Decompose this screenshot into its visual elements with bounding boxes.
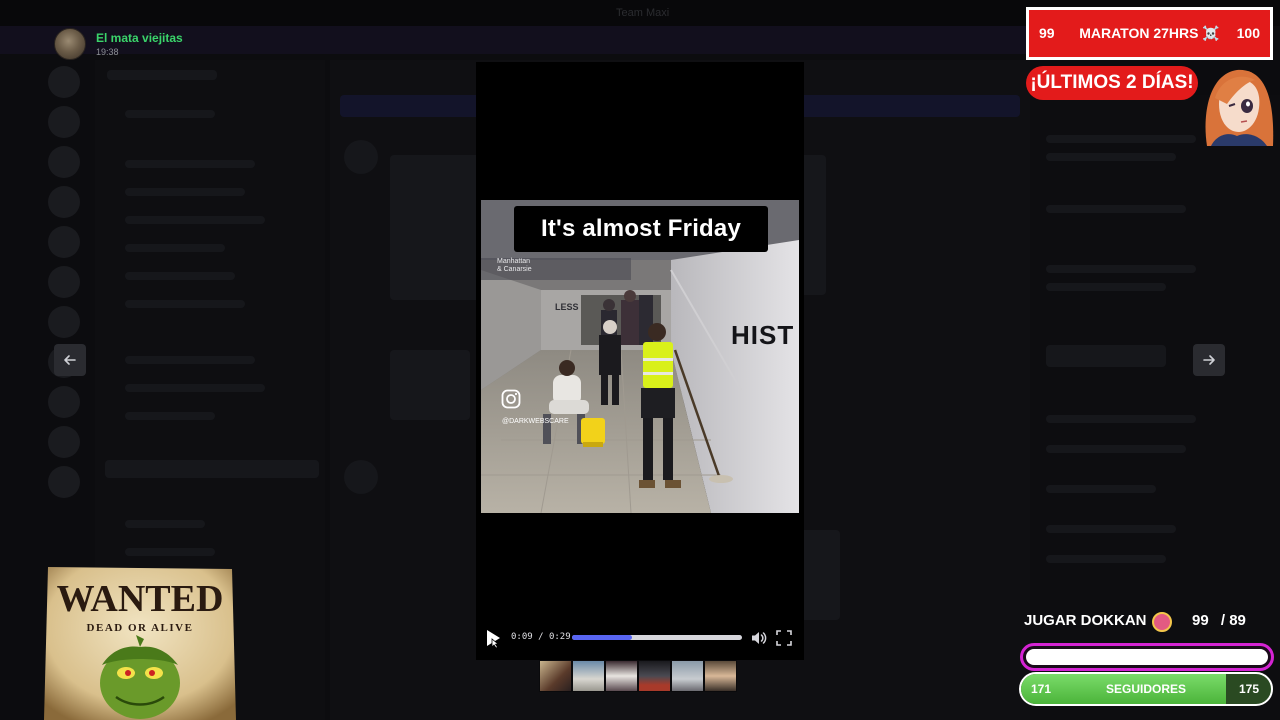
goal-label: JUGAR DOKKAN [1024, 612, 1147, 629]
marathon-end-count: 100 [1236, 25, 1260, 41]
sign-text-small: LESS [555, 302, 579, 312]
marathon-banner: MARATON 27HRS ☠️ 99 100 [1026, 7, 1273, 60]
server-icon [48, 186, 80, 218]
member-placeholder [1046, 153, 1176, 161]
channel-placeholder [125, 520, 205, 528]
thumbnail[interactable] [671, 660, 704, 692]
followers-end: 175 [1238, 682, 1259, 696]
channel-placeholder [125, 110, 215, 118]
member-placeholder [1046, 415, 1196, 423]
last-days-text: ¡ÚLTIMOS 2 DÍAS! [1030, 72, 1194, 93]
upload-timestamp: 19:38 [96, 47, 119, 57]
message-embed-placeholder [800, 530, 840, 620]
followers-label: SEGUIDORES [1105, 682, 1186, 696]
arrow-left-icon [64, 355, 76, 365]
wall-sign-text: HIST [731, 320, 795, 350]
thumbnail[interactable] [539, 660, 572, 692]
member-placeholder [1046, 283, 1166, 291]
thumbnail[interactable] [704, 660, 737, 692]
wanted-title: WANTED [57, 578, 224, 620]
server-icon [48, 66, 80, 98]
message-embed-placeholder [390, 155, 480, 300]
marathon-start-count: 99 [1039, 25, 1055, 41]
thumbnail[interactable] [572, 660, 605, 692]
server-icon [48, 426, 80, 458]
volume-icon[interactable] [750, 629, 768, 647]
station-tag: Manhattan & Canarsie [481, 258, 532, 274]
channel-placeholder [125, 412, 215, 420]
member-placeholder [1046, 345, 1166, 367]
member-placeholder [1046, 485, 1156, 493]
marathon-title: MARATON 27HRS ☠️ [1079, 25, 1220, 41]
video-player[interactable]: It's almost Friday Manhattan & Canarsie … [481, 200, 799, 513]
channel-placeholder [125, 300, 245, 308]
channel-placeholder [125, 384, 265, 392]
wanted-subtitle: DEAD OR ALIVE [87, 622, 194, 634]
channel-placeholder [125, 548, 215, 556]
next-media-button[interactable] [1193, 344, 1225, 376]
thumbnail[interactable] [638, 660, 671, 692]
window-title: Team Maxi [616, 7, 670, 19]
channel-placeholder [125, 160, 255, 168]
message-avatar-placeholder [344, 460, 378, 494]
previous-media-button[interactable] [54, 344, 86, 376]
media-thumbnail-strip [539, 660, 737, 692]
wanted-poster: WANTED DEAD OR ALIVE [44, 567, 236, 720]
server-icon [48, 106, 80, 138]
server-icon [48, 386, 80, 418]
video-caption-box: It's almost Friday [514, 206, 768, 252]
active-channel-placeholder [105, 460, 319, 478]
instagram-icon [501, 389, 521, 409]
video-caption: It's almost Friday [540, 215, 742, 242]
video-progress-fill [572, 635, 632, 640]
member-placeholder [1046, 135, 1196, 143]
member-placeholder [1046, 445, 1186, 453]
channel-placeholder [125, 216, 265, 224]
followers-goal-bar: 171 SEGUIDORES 175 [1019, 672, 1273, 706]
goal-progress-fill [1026, 649, 1268, 665]
message-embed-placeholder [390, 350, 470, 420]
arrow-right-icon [1203, 355, 1215, 365]
channel-placeholder [125, 356, 255, 364]
time-separator: / [532, 632, 549, 642]
thumbnail[interactable] [605, 660, 638, 692]
channel-placeholder [125, 272, 235, 280]
uploader-avatar[interactable] [54, 28, 86, 60]
message-avatar-placeholder [344, 140, 378, 174]
duration: 0:29 [548, 632, 571, 642]
video-time-readout: 0:09 / 0:29 [511, 632, 571, 642]
member-placeholder [1046, 555, 1166, 563]
station-tag-line2: & Canarsie [497, 266, 532, 273]
goal-progress-bar [1020, 643, 1274, 671]
last-days-badge: ¡ÚLTIMOS 2 DÍAS! [1026, 66, 1198, 100]
play-icon[interactable] [483, 628, 503, 648]
goal-separator: / [1220, 612, 1226, 629]
station-tag-line1: Manhattan [497, 258, 531, 265]
channel-placeholder [125, 244, 225, 252]
member-placeholder [1046, 525, 1176, 533]
server-icon [48, 146, 80, 178]
goal-target: 89 [1229, 612, 1246, 629]
member-placeholder [1046, 265, 1196, 273]
goal-count: 99 / 89 [1192, 612, 1246, 629]
member-placeholder [1046, 205, 1186, 213]
server-name-placeholder [107, 70, 217, 80]
video-progress-bar[interactable] [572, 635, 742, 640]
server-icon [48, 466, 80, 498]
current-time: 0:09 [511, 632, 533, 642]
server-icon [48, 306, 80, 338]
server-icon [48, 226, 80, 258]
channel-placeholder [125, 188, 245, 196]
fullscreen-icon[interactable] [776, 630, 792, 646]
crying-emoji-icon [1152, 612, 1172, 632]
instagram-handle: @DARKWEBSCARE [502, 418, 569, 425]
server-icon [48, 266, 80, 298]
goal-current: 99 [1192, 612, 1209, 629]
uploader-name[interactable]: El mata viejitas [96, 31, 183, 45]
vtuber-avatar [1205, 69, 1274, 146]
